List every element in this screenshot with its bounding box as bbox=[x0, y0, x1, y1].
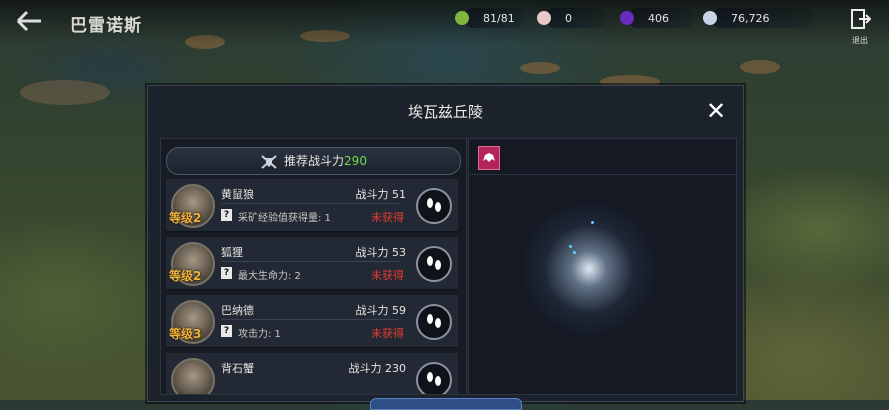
row-divider bbox=[221, 203, 399, 204]
area-info-modal: 埃瓦兹丘陵 ✕ 推荐战斗力290 等级2 黄鼠狼 战斗力 51 ? 采矿经验值获… bbox=[147, 85, 744, 410]
dark-crystal-icon bbox=[620, 11, 634, 25]
resource-value: 81/81 bbox=[483, 11, 515, 25]
question-icon: ? bbox=[221, 209, 232, 221]
monster-name: 巴纳德 bbox=[221, 304, 254, 317]
silver-coin-icon bbox=[703, 11, 717, 25]
modal-title: 埃瓦兹丘陵 bbox=[407, 103, 483, 121]
monster-power: 战斗力 230 bbox=[348, 362, 407, 375]
monster-bonus: 攻击力: 1 bbox=[238, 329, 281, 340]
question-icon: ? bbox=[221, 325, 232, 337]
sparkle bbox=[573, 251, 576, 254]
monster-category-tab[interactable] bbox=[478, 146, 500, 170]
exit-label: 退出 bbox=[852, 36, 868, 45]
tab-divider bbox=[469, 174, 736, 175]
crossed-swords-shield-icon bbox=[261, 154, 277, 169]
map-island bbox=[740, 60, 780, 74]
footprint-icon bbox=[427, 198, 441, 212]
footprint-button[interactable] bbox=[416, 188, 452, 224]
monster-bonus: 采矿经验值获得量: 1 bbox=[238, 213, 331, 224]
footprint-icon bbox=[427, 256, 441, 270]
monster-level: 等级3 bbox=[169, 327, 202, 341]
spotlight-glow bbox=[519, 199, 659, 339]
page-title: 巴雷诺斯 bbox=[70, 16, 142, 36]
resource-stamina: 81/81 bbox=[455, 8, 525, 28]
monster-row[interactable]: 等级2 狐狸 战斗力 53 ? 最大生命力: 2 未获得 bbox=[166, 237, 458, 290]
monster-level: 等级2 bbox=[169, 269, 202, 283]
resource-value: 406 bbox=[648, 11, 669, 25]
top-bar: 巴雷诺斯 81/81 0 406 76,726 退出 bbox=[0, 0, 889, 45]
row-divider bbox=[221, 319, 399, 320]
footprint-icon bbox=[427, 314, 441, 328]
monster-preview-panel bbox=[468, 138, 737, 395]
close-icon: ✕ bbox=[705, 97, 727, 125]
footprint-icon bbox=[427, 372, 441, 386]
stamina-icon bbox=[455, 11, 469, 25]
exit-icon bbox=[851, 9, 872, 29]
recommended-power-banner: 推荐战斗力290 bbox=[166, 147, 461, 175]
back-button[interactable] bbox=[14, 8, 46, 36]
question-icon: ? bbox=[221, 267, 232, 279]
monster-row[interactable]: 背石蟹 战斗力 230 bbox=[166, 353, 458, 394]
pearl-icon bbox=[537, 11, 551, 25]
monster-status: 未获得 bbox=[371, 269, 404, 282]
resource-value: 0 bbox=[565, 11, 572, 25]
sparkle bbox=[591, 221, 594, 224]
row-divider bbox=[221, 261, 399, 262]
monster-status: 未获得 bbox=[371, 327, 404, 340]
exit-button[interactable]: 退出 bbox=[848, 8, 872, 45]
footprint-button[interactable] bbox=[416, 362, 452, 394]
sparkle bbox=[569, 245, 572, 248]
map-landmass bbox=[20, 80, 110, 105]
monster-name: 狐狸 bbox=[221, 246, 243, 259]
monster-name: 黄鼠狼 bbox=[221, 188, 254, 201]
footprint-button[interactable] bbox=[416, 304, 452, 340]
monster-level: 等级2 bbox=[169, 211, 202, 225]
monster-list-panel: 推荐战斗力290 等级2 黄鼠狼 战斗力 51 ? 采矿经验值获得量: 1 未获… bbox=[160, 138, 467, 395]
map-island bbox=[520, 62, 560, 74]
close-button[interactable]: ✕ bbox=[705, 97, 727, 125]
monster-name: 背石蟹 bbox=[221, 362, 254, 375]
resource-pearl: 0 bbox=[537, 8, 607, 28]
resource-dark-crystal: 406 bbox=[620, 8, 695, 28]
monster-row[interactable]: 等级2 黄鼠狼 战斗力 51 ? 采矿经验值获得量: 1 未获得 bbox=[166, 179, 458, 232]
arrow-left-icon bbox=[16, 10, 41, 32]
monster-power: 战斗力 51 bbox=[355, 188, 407, 201]
recommend-label: 推荐战斗力 bbox=[284, 154, 345, 168]
monster-bonus: 最大生命力: 2 bbox=[238, 271, 301, 282]
resource-silver: 76,726 bbox=[703, 8, 813, 28]
monster-power: 战斗力 53 bbox=[355, 246, 407, 259]
monster-status: 未获得 bbox=[371, 211, 404, 224]
recommend-value: 290 bbox=[344, 154, 367, 168]
monster-power: 战斗力 59 bbox=[355, 304, 407, 317]
monster-row[interactable]: 等级3 巴纳德 战斗力 59 ? 攻击力: 1 未获得 bbox=[166, 295, 458, 348]
footprint-button[interactable] bbox=[416, 246, 452, 282]
monster-avatar bbox=[171, 358, 215, 394]
beast-icon bbox=[483, 153, 495, 162]
resource-value: 76,726 bbox=[731, 11, 770, 25]
